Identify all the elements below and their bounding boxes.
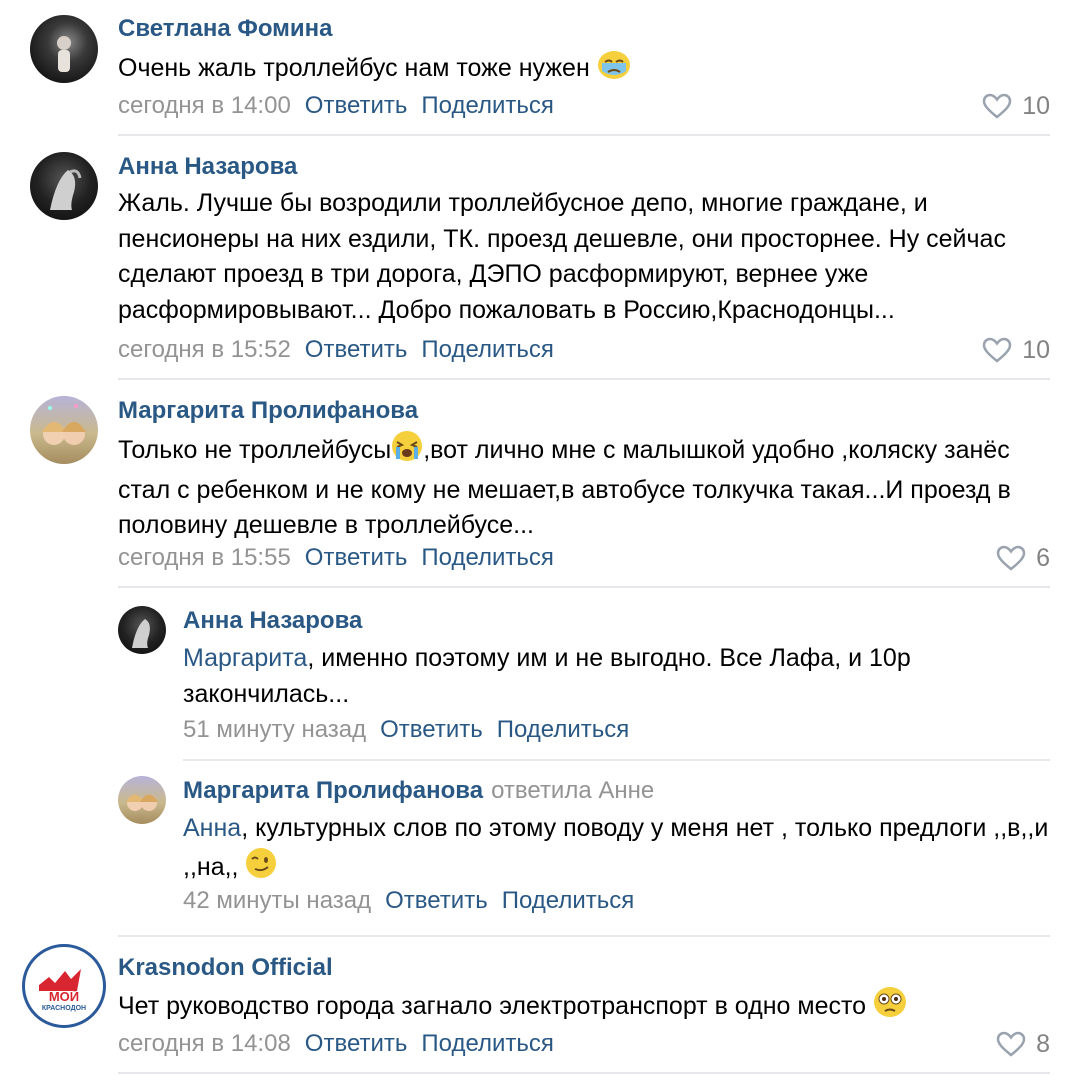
divider bbox=[183, 759, 1050, 761]
comment-text: Чет руководство города загнало электротр… bbox=[118, 986, 1058, 1029]
reply-author-name[interactable]: Маргарита Пролифанова bbox=[183, 777, 483, 804]
comment-meta: сегодня в 15:55 Ответить Поделиться bbox=[118, 543, 554, 573]
like-button[interactable]: 10 bbox=[982, 91, 1050, 121]
crying-emoji-icon bbox=[391, 430, 423, 473]
reply-time[interactable]: 42 минуты назад bbox=[183, 887, 371, 914]
reply-link[interactable]: Ответить bbox=[385, 887, 488, 914]
avatar[interactable] bbox=[30, 396, 98, 464]
comment-text-body: Чет руководство города загнало электротр… bbox=[118, 992, 867, 1020]
comment-author[interactable]: Krasnodon Official bbox=[118, 953, 333, 983]
share-link[interactable]: Поделиться bbox=[421, 1030, 554, 1057]
logo-top-text: МОЙ bbox=[49, 989, 79, 1004]
comment-text: Только не троллейбусы ,вот лично мне с ма… bbox=[118, 430, 1058, 544]
avatar[interactable] bbox=[30, 152, 98, 220]
comment-text: Жаль. Лучше бы возродили троллейбусное д… bbox=[118, 189, 1006, 324]
comment-text-body: Очень жаль троллейбус нам тоже нужен bbox=[118, 54, 590, 82]
krasnodon-logo: МОЙ КРАСНОДОН bbox=[39, 969, 86, 1012]
comment-author[interactable]: Анна Назарова bbox=[118, 152, 297, 182]
reply-author[interactable]: Анна Назарова bbox=[183, 606, 362, 636]
comment-time[interactable]: сегодня в 15:55 bbox=[118, 544, 291, 571]
share-link[interactable]: Поделиться bbox=[421, 336, 554, 363]
avatar[interactable] bbox=[30, 15, 98, 83]
comment-author[interactable]: Маргарита Пролифанова bbox=[118, 396, 418, 426]
avatar[interactable] bbox=[118, 606, 166, 654]
share-link[interactable]: Поделиться bbox=[502, 887, 635, 914]
heart-icon bbox=[996, 1031, 1026, 1057]
reply-link[interactable]: Ответить bbox=[305, 92, 408, 119]
reply-time[interactable]: 51 минуту назад bbox=[183, 716, 366, 743]
like-button[interactable]: 6 bbox=[996, 543, 1050, 573]
comment-text: Очень жаль троллейбус нам тоже нужен bbox=[118, 50, 1058, 91]
reply-to-note[interactable]: ответила Анне bbox=[491, 777, 654, 804]
divider bbox=[118, 1072, 1050, 1074]
reply-link[interactable]: Ответить bbox=[305, 544, 408, 571]
comment-author[interactable]: Светлана Фомина bbox=[118, 14, 333, 44]
flushed-emoji-icon bbox=[873, 986, 907, 1029]
comment-meta: сегодня в 15:52 Ответить Поделиться bbox=[118, 335, 554, 365]
reply-text: Маргарита, именно поэтому им и не выгодн… bbox=[183, 641, 1053, 712]
like-count: 10 bbox=[1022, 92, 1050, 120]
mention-link[interactable]: Маргарита bbox=[183, 644, 307, 672]
like-button[interactable]: 10 bbox=[982, 335, 1050, 365]
reply-text-body: , культурных слов по этому поводу у меня… bbox=[183, 814, 1049, 881]
like-count: 10 bbox=[1022, 336, 1050, 364]
avatar[interactable] bbox=[118, 776, 166, 824]
share-link[interactable]: Поделиться bbox=[497, 716, 630, 743]
heart-icon bbox=[982, 337, 1012, 363]
comment-time[interactable]: сегодня в 14:00 bbox=[118, 92, 291, 119]
divider bbox=[118, 378, 1050, 380]
share-link[interactable]: Поделиться bbox=[421, 544, 554, 571]
reply-meta: 51 минуту назад Ответить Поделиться bbox=[183, 715, 629, 745]
logo-bottom-text: КРАСНОДОН bbox=[42, 1005, 86, 1012]
comment-meta: сегодня в 14:00 Ответить Поделиться bbox=[118, 91, 554, 121]
sad-emoji-icon bbox=[597, 50, 631, 91]
reply-link[interactable]: Ответить bbox=[305, 1030, 408, 1057]
reply-meta: 42 минуты назад Ответить Поделиться bbox=[183, 886, 634, 916]
reply-text: Анна, культурных слов по этому поводу у … bbox=[183, 811, 1053, 889]
heart-icon bbox=[982, 93, 1012, 119]
like-count: 6 bbox=[1036, 544, 1050, 572]
comment-meta: сегодня в 14:08 Ответить Поделиться bbox=[118, 1029, 554, 1059]
mention-link[interactable]: Анна bbox=[183, 814, 241, 842]
avatar[interactable]: МОЙ КРАСНОДОН bbox=[22, 944, 106, 1028]
like-count: 8 bbox=[1036, 1030, 1050, 1058]
reply-link[interactable]: Ответить bbox=[380, 716, 483, 743]
reply-link[interactable]: Ответить bbox=[305, 336, 408, 363]
divider bbox=[118, 935, 1050, 937]
heart-icon bbox=[996, 545, 1026, 571]
comment-time[interactable]: сегодня в 15:52 bbox=[118, 336, 291, 363]
divider bbox=[118, 134, 1050, 136]
share-link[interactable]: Поделиться bbox=[421, 92, 554, 119]
wink-emoji-icon bbox=[245, 847, 277, 890]
reply-author[interactable]: Маргарита Пролифанова ответила Анне bbox=[183, 776, 654, 806]
divider bbox=[118, 586, 1050, 588]
comment-time[interactable]: сегодня в 14:08 bbox=[118, 1030, 291, 1057]
like-button[interactable]: 8 bbox=[996, 1029, 1050, 1059]
comment-text-part: Только не троллейбусы bbox=[118, 436, 392, 464]
